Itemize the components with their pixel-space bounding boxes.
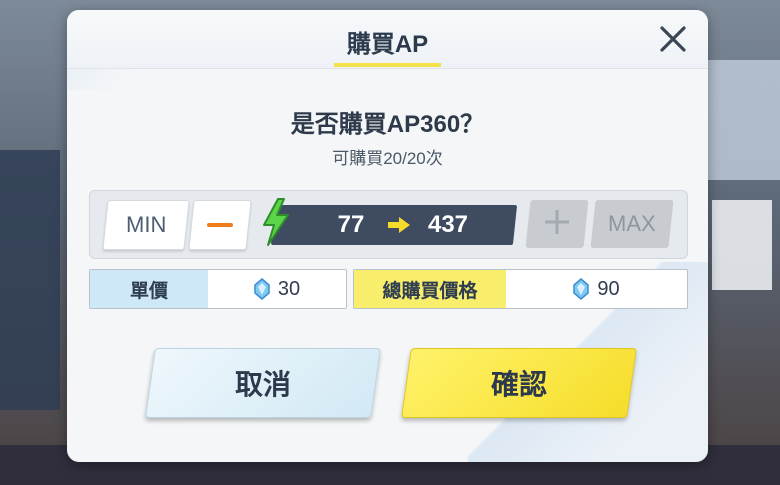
purchase-question: 是否購買AP360？ [290,111,485,138]
purchase-ap-dialog: 購買AP 是否購買AP360？ 可購買20/20次 MIN 77 437 MAX… [67,10,708,462]
decrease-button[interactable] [188,200,252,250]
remaining-purchases: 可購買20/20次 [332,149,443,168]
ap-after-value: 437 [427,211,469,238]
close-icon [660,26,686,52]
confirm-button-label: 確認 [490,369,547,400]
plus-icon [545,210,569,234]
background-board [712,200,772,290]
quantity-stepper: MIN 77 437 MAX [89,190,688,259]
background-window [700,60,780,180]
max-button-label: MAX [608,211,656,236]
ap-current-value: 77 [337,211,365,238]
unit-price-value: 30 [277,277,301,300]
background-panel [0,150,60,410]
minus-icon [207,223,233,227]
total-price-label: 總購買價格 [354,270,506,308]
max-button[interactable]: MAX [590,200,674,248]
gem-icon [573,278,590,300]
dialog-title: 購買AP [346,31,429,58]
total-price-box: 總購買價格 90 [353,269,688,309]
close-button[interactable] [656,22,690,56]
ap-lightning-icon [263,198,289,246]
total-price-value-group: 90 [506,270,687,308]
cancel-button-label: 取消 [234,369,291,400]
increase-button[interactable] [525,200,589,248]
unit-price-label: 單價 [90,270,208,308]
confirm-button[interactable]: 確認 [401,348,637,418]
min-button-label: MIN [125,212,167,237]
arrow-right-icon [388,217,410,233]
unit-price-box: 單價 30 [89,269,347,309]
dialog-header: 購買AP [67,10,708,69]
title-underline [334,63,441,67]
min-button[interactable]: MIN [102,200,190,250]
gem-icon [254,278,270,300]
unit-price-value-group: 30 [208,270,346,308]
total-price-value: 90 [597,277,620,300]
cancel-button[interactable]: 取消 [145,348,381,418]
